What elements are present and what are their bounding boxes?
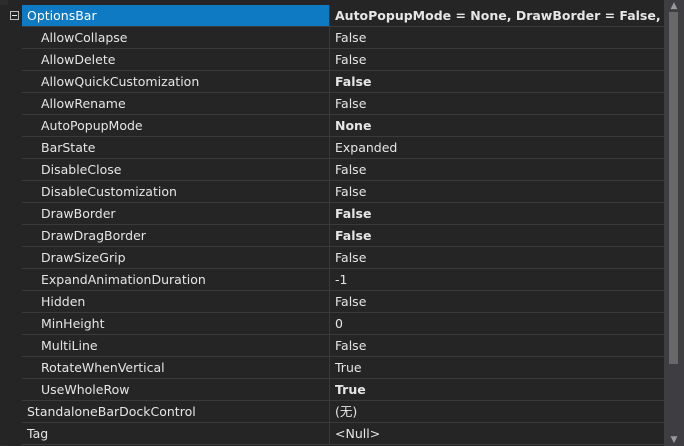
property-value[interactable]: False (330, 71, 664, 93)
row-margin (0, 159, 22, 181)
row-margin (0, 137, 22, 159)
property-value[interactable]: (无) (330, 401, 664, 423)
property-row-multiline[interactable]: MultiLine False (0, 335, 664, 357)
row-margin (0, 225, 22, 247)
row-margin (0, 335, 22, 357)
property-row-barstate[interactable]: BarState Expanded (0, 137, 664, 159)
property-value[interactable]: True (330, 357, 664, 379)
property-name: StandaloneBarDockControl (22, 401, 329, 423)
property-name: DrawDragBorder (22, 225, 329, 247)
row-margin (0, 269, 22, 291)
property-name: AllowDelete (22, 49, 329, 71)
property-name: UseWholeRow (22, 379, 329, 401)
property-value[interactable]: -1 (330, 269, 664, 291)
property-value[interactable]: False (330, 49, 664, 71)
property-value[interactable]: False (330, 93, 664, 115)
property-name: DisableCustomization (22, 181, 329, 203)
property-row-allowquickcustomization[interactable]: AllowQuickCustomization False (0, 71, 664, 93)
property-row-tag[interactable]: Tag <Null> (0, 423, 664, 445)
property-name: AllowCollapse (22, 27, 329, 49)
property-name: AllowQuickCustomization (22, 71, 329, 93)
property-row-usewholerow[interactable]: UseWholeRow True (0, 379, 664, 401)
property-value[interactable]: None (330, 115, 664, 137)
property-row-minheight[interactable]: MinHeight 0 (0, 313, 664, 335)
property-row-drawdragborder[interactable]: DrawDragBorder False (0, 225, 664, 247)
property-name: BarState (22, 137, 329, 159)
property-row-allowrename[interactable]: AllowRename False (0, 93, 664, 115)
row-margin (0, 313, 22, 335)
row-margin (0, 93, 22, 115)
property-value[interactable]: False (330, 225, 664, 247)
property-row-drawsizegrip[interactable]: DrawSizeGrip False (0, 247, 664, 269)
property-name: RotateWhenVertical (22, 357, 329, 379)
row-margin (0, 203, 22, 225)
property-row-expandanimationduration[interactable]: ExpandAnimationDuration -1 (0, 269, 664, 291)
property-row-hidden[interactable]: Hidden False (0, 291, 664, 313)
property-name: MinHeight (22, 313, 329, 335)
property-name: AutoPopupMode (22, 115, 329, 137)
property-name: DrawSizeGrip (22, 247, 329, 269)
property-value[interactable]: False (330, 203, 664, 225)
row-margin (0, 357, 22, 379)
property-grid[interactable]: OptionsBar AutoPopupMode = None, DrawBor… (0, 0, 664, 446)
property-value[interactable]: False (330, 335, 664, 357)
property-name: MultiLine (22, 335, 329, 357)
row-margin (0, 291, 22, 313)
property-value[interactable]: Expanded (330, 137, 664, 159)
row-margin (0, 27, 22, 49)
property-row-disableclose[interactable]: DisableClose False (0, 159, 664, 181)
property-name: DrawBorder (22, 203, 329, 225)
row-margin (0, 181, 22, 203)
property-value[interactable]: False (330, 181, 664, 203)
property-row-drawborder[interactable]: DrawBorder False (0, 203, 664, 225)
property-name: Hidden (22, 291, 329, 313)
property-row-allowdelete[interactable]: AllowDelete False (0, 49, 664, 71)
property-row-allowcollapse[interactable]: AllowCollapse False (0, 27, 664, 49)
property-value[interactable]: AutoPopupMode = None, DrawBorder = False… (330, 5, 664, 27)
property-name: Tag (22, 423, 329, 445)
property-row-disablecustomization[interactable]: DisableCustomization False (0, 181, 664, 203)
property-value[interactable]: False (330, 27, 664, 49)
row-margin (0, 401, 22, 423)
property-value[interactable]: False (330, 159, 664, 181)
property-value[interactable]: <Null> (330, 423, 664, 445)
row-margin (0, 247, 22, 269)
property-row-optionsbar[interactable]: OptionsBar AutoPopupMode = None, DrawBor… (0, 5, 664, 27)
vertical-scrollbar[interactable]: ▲ ▼ (664, 0, 684, 446)
row-margin (0, 49, 22, 71)
property-row-standalonebardockcontrol[interactable]: StandaloneBarDockControl (无) (0, 401, 664, 423)
row-margin (0, 71, 22, 93)
collapse-minus-icon[interactable] (10, 11, 19, 20)
scroll-up-arrow-icon[interactable]: ▲ (664, 0, 684, 12)
property-row-autopopupmode[interactable]: AutoPopupMode None (0, 115, 664, 137)
property-name: DisableClose (22, 159, 329, 181)
scrollbar-thumb[interactable] (669, 12, 678, 364)
row-margin (0, 379, 22, 401)
row-margin (0, 423, 22, 445)
row-margin (0, 115, 22, 137)
scroll-down-arrow-icon[interactable]: ▼ (664, 434, 684, 446)
row-margin (0, 5, 22, 27)
property-name: OptionsBar (22, 5, 329, 27)
property-name: ExpandAnimationDuration (22, 269, 329, 291)
property-row-rotatewhenvertical[interactable]: RotateWhenVertical True (0, 357, 664, 379)
property-value[interactable]: False (330, 291, 664, 313)
property-value[interactable]: False (330, 247, 664, 269)
property-value[interactable]: True (330, 379, 664, 401)
property-name: AllowRename (22, 93, 329, 115)
property-value[interactable]: 0 (330, 313, 664, 335)
